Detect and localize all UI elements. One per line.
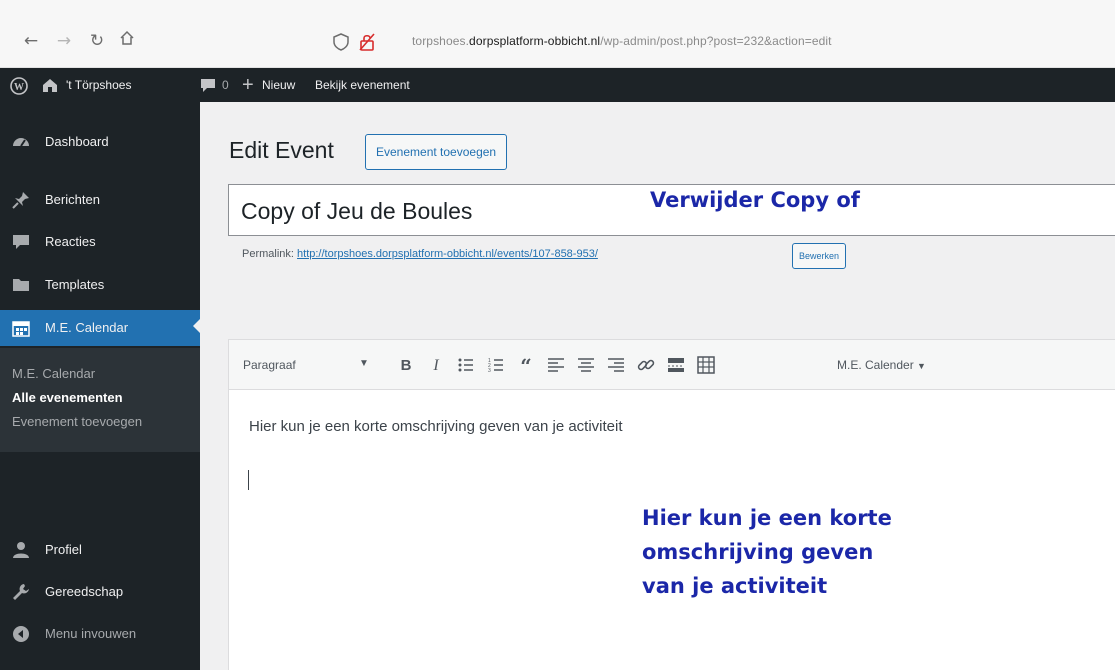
- annotation-line: van je activiteit: [642, 574, 828, 598]
- forward-arrow-icon[interactable]: →: [53, 30, 75, 52]
- view-event-link[interactable]: Bekijk evenement: [315, 68, 410, 102]
- sidebar-item-me-calendar[interactable]: M.E. Calendar: [0, 310, 201, 346]
- toolbar-toggle-icon[interactable]: [695, 354, 717, 376]
- collapse-icon: [13, 626, 29, 642]
- submenu-item-all-events[interactable]: Alle evenementen: [12, 390, 123, 405]
- browser-toolbar: ← → ↻ torpshoes.dorpsplatform-obbicht.nl…: [0, 0, 1115, 68]
- svg-text:I: I: [432, 357, 439, 374]
- home-icon[interactable]: [116, 29, 138, 51]
- svg-text:3: 3: [488, 368, 491, 374]
- format-caret-icon[interactable]: ▼: [359, 358, 369, 369]
- url-text[interactable]: torpshoes.dorpsplatform-obbicht.nl/wp-ad…: [412, 34, 832, 48]
- sidebar-item-label: Dashboard: [45, 134, 109, 149]
- annotation-line: Hier kun je een korte: [642, 506, 892, 530]
- align-right-icon[interactable]: [605, 354, 627, 376]
- submenu-item-me-calendar[interactable]: M.E. Calendar: [12, 366, 95, 381]
- sidebar-item-label: M.E. Calendar: [45, 320, 129, 335]
- add-new-event-button[interactable]: Evenement toevoegen: [365, 134, 508, 170]
- sidebar-item-label: Menu invouwen: [45, 626, 137, 641]
- address-bar[interactable]: torpshoes.dorpsplatform-obbicht.nl/wp-ad…: [325, 24, 1115, 60]
- sidebar-item-gereedschap[interactable]: Gereedschap: [0, 576, 200, 608]
- user-icon: [13, 542, 29, 558]
- comments-count[interactable]: 0: [222, 68, 229, 102]
- wp-admin-bar: W 't Törpshoes 0 + Nieuw Bekijk evenemen…: [0, 68, 1115, 102]
- sidebar-item-label: Templates: [45, 277, 105, 292]
- insecure-lock-icon[interactable]: [358, 32, 376, 52]
- wordpress-logo-icon[interactable]: W: [10, 77, 28, 95]
- sidebar-item-label: Gereedschap: [45, 584, 124, 599]
- pin-icon: [12, 192, 29, 209]
- align-left-icon[interactable]: [545, 354, 567, 376]
- align-center-icon[interactable]: [575, 354, 597, 376]
- dashboard-icon: [13, 138, 29, 147]
- bold-icon[interactable]: B: [395, 354, 417, 376]
- text-cursor: [248, 470, 249, 490]
- screenshot-root: ← → ↻ torpshoes.dorpsplatform-obbicht.nl…: [0, 0, 1115, 670]
- svg-text:B: B: [401, 357, 412, 374]
- dropdown-caret-icon: ▼: [917, 361, 926, 371]
- edit-slug-button[interactable]: Bewerken: [792, 243, 847, 269]
- svg-text:W: W: [14, 82, 24, 93]
- comment-icon: [13, 235, 29, 249]
- blockquote-icon[interactable]: “: [515, 354, 537, 376]
- permalink-url[interactable]: http://torpshoes.dorpsplatform-obbicht.n…: [297, 248, 598, 260]
- sidebar-item-reacties[interactable]: Reacties: [0, 226, 200, 258]
- sidebar-item-label: Berichten: [45, 192, 100, 207]
- sidebar-item-menu-invouwen[interactable]: Menu invouwen: [0, 618, 200, 650]
- back-arrow-icon[interactable]: ←: [20, 30, 42, 52]
- link-icon[interactable]: [635, 354, 657, 376]
- url-path: /wp-admin/post.php?post=232&action=edit: [600, 34, 832, 48]
- sidebar-item-label: Reacties: [45, 234, 96, 249]
- plus-icon[interactable]: +: [242, 68, 254, 102]
- annotation-title-note: Verwijder Copy of: [650, 188, 860, 212]
- svg-text:“: “: [520, 354, 532, 376]
- sidebar-item-dashboard[interactable]: Dashboard: [0, 126, 200, 158]
- sidebar-item-berichten[interactable]: Berichten: [0, 184, 200, 216]
- admin-sidebar: Dashboard Berichten Reacties Templates M…: [0, 102, 201, 670]
- me-calendar-dropdown-label: M.E. Calender: [837, 358, 914, 372]
- new-content-link[interactable]: Nieuw: [262, 68, 295, 102]
- annotation-line: omschrijving geven: [642, 540, 874, 564]
- sidebar-item-profiel[interactable]: Profiel: [0, 534, 200, 566]
- sidebar-item-label: Profiel: [45, 542, 82, 557]
- italic-icon[interactable]: I: [425, 354, 447, 376]
- calendar-icon: [12, 321, 30, 337]
- read-more-icon[interactable]: [665, 354, 687, 376]
- page-title: Edit Event: [229, 137, 334, 163]
- bullet-list-icon[interactable]: [455, 354, 477, 376]
- permalink-row: Permalink: http://torpshoes.dorpsplatfor…: [242, 248, 598, 260]
- calendar-submenu: M.E. Calendar Alle evenementen Evenement…: [0, 348, 200, 452]
- wrench-icon: [13, 584, 29, 600]
- format-select[interactable]: Paragraaf: [243, 358, 296, 372]
- site-name-link[interactable]: 't Törpshoes: [66, 68, 131, 102]
- home-icon[interactable]: [42, 78, 58, 93]
- comment-bubble-icon[interactable]: [200, 78, 216, 93]
- editor-toolbar: Paragraaf ▼ B I 123 “ M.E. Calender ▼: [229, 340, 1115, 390]
- folder-icon: [13, 279, 29, 291]
- url-prefix: torpshoes.: [412, 34, 470, 48]
- url-domain: dorpsplatform-obbicht.nl: [469, 34, 601, 48]
- content-editor: Paragraaf ▼ B I 123 “ M.E. Calender ▼ Hi…: [228, 339, 1115, 670]
- reload-icon[interactable]: ↻: [86, 30, 108, 52]
- permalink-label: Permalink:: [242, 248, 294, 260]
- sidebar-item-templates[interactable]: Templates: [0, 269, 200, 301]
- me-calendar-dropdown[interactable]: M.E. Calender ▼: [837, 358, 926, 372]
- numbered-list-icon[interactable]: 123: [485, 354, 507, 376]
- submenu-item-add-event[interactable]: Evenement toevoegen: [12, 414, 142, 429]
- shield-icon[interactable]: [333, 33, 349, 51]
- event-title-value: Copy of Jeu de Boules: [241, 198, 473, 224]
- editor-content-text[interactable]: Hier kun je een korte omschrijving geven…: [249, 418, 623, 435]
